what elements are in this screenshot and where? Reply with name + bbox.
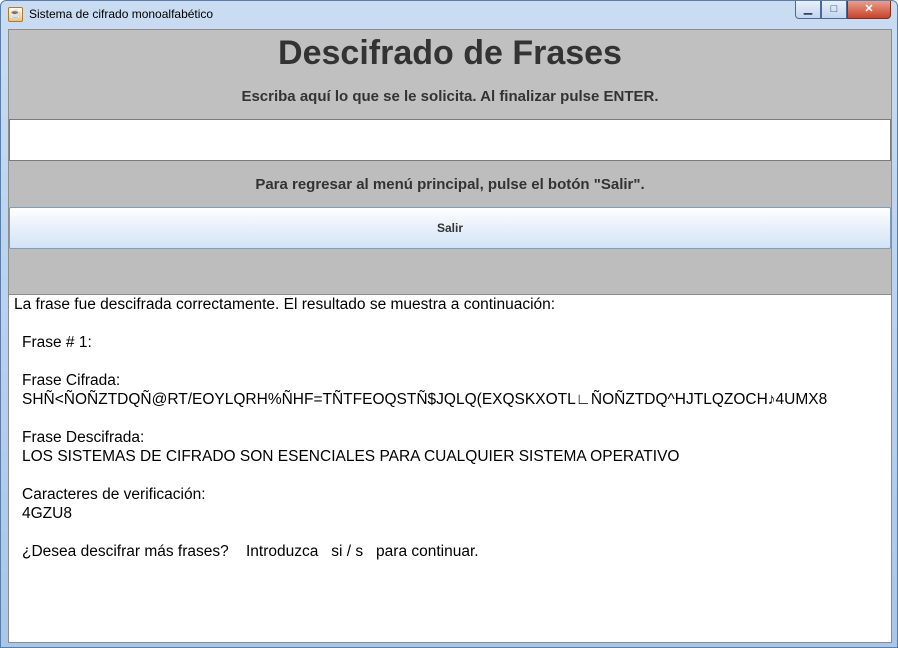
header-panel: Descifrado de Frases Escriba aquí lo que… <box>9 30 891 120</box>
app-window: ☕ Sistema de cifrado monoalfabético ▁ □ … <box>0 0 898 648</box>
minimize-button[interactable]: ▁ <box>795 1 821 19</box>
ciphered-value: SHÑ<ÑOÑZTDQÑ@RT/EOYLQRH%ÑHF=TÑTFEOQSTÑ$J… <box>22 391 828 408</box>
window-title: Sistema de cifrado monoalfabético <box>29 7 214 21</box>
instruction-label: Escriba aquí lo que se le solicita. Al f… <box>241 88 659 105</box>
title-bar[interactable]: ☕ Sistema de cifrado monoalfabético ▁ □ … <box>1 1 897 28</box>
deciphered-value: LOS SISTEMAS DE CIFRADO SON ESENCIALES P… <box>22 448 680 465</box>
maximize-button[interactable]: □ <box>821 1 847 19</box>
output-text-area[interactable]: La frase fue descifrada correctamente. E… <box>9 294 891 642</box>
verification-label: Caracteres de verificación: <box>22 486 206 503</box>
salir-button[interactable]: Salir <box>9 207 891 249</box>
phrase-input[interactable] <box>9 119 891 161</box>
phrase-number: Frase # 1: <box>22 334 92 351</box>
return-instruction-label: Para regresar al menú principal, pulse e… <box>255 176 645 193</box>
page-title: Descifrado de Frases <box>278 34 622 72</box>
continue-prompt: ¿Desea descifrar más frases? Introduzca … <box>22 543 479 560</box>
java-app-icon: ☕ <box>8 7 23 22</box>
verification-value: 4GZU8 <box>22 505 72 522</box>
close-button[interactable]: ✕ <box>847 1 891 19</box>
status-line: La frase fue descifrada correctamente. E… <box>14 296 556 313</box>
deciphered-label: Frase Descifrada: <box>22 429 145 446</box>
client-area: Descifrado de Frases Escriba aquí lo que… <box>8 29 892 643</box>
window-controls: ▁ □ ✕ <box>795 1 891 20</box>
ciphered-label: Frase Cifrada: <box>22 372 121 389</box>
